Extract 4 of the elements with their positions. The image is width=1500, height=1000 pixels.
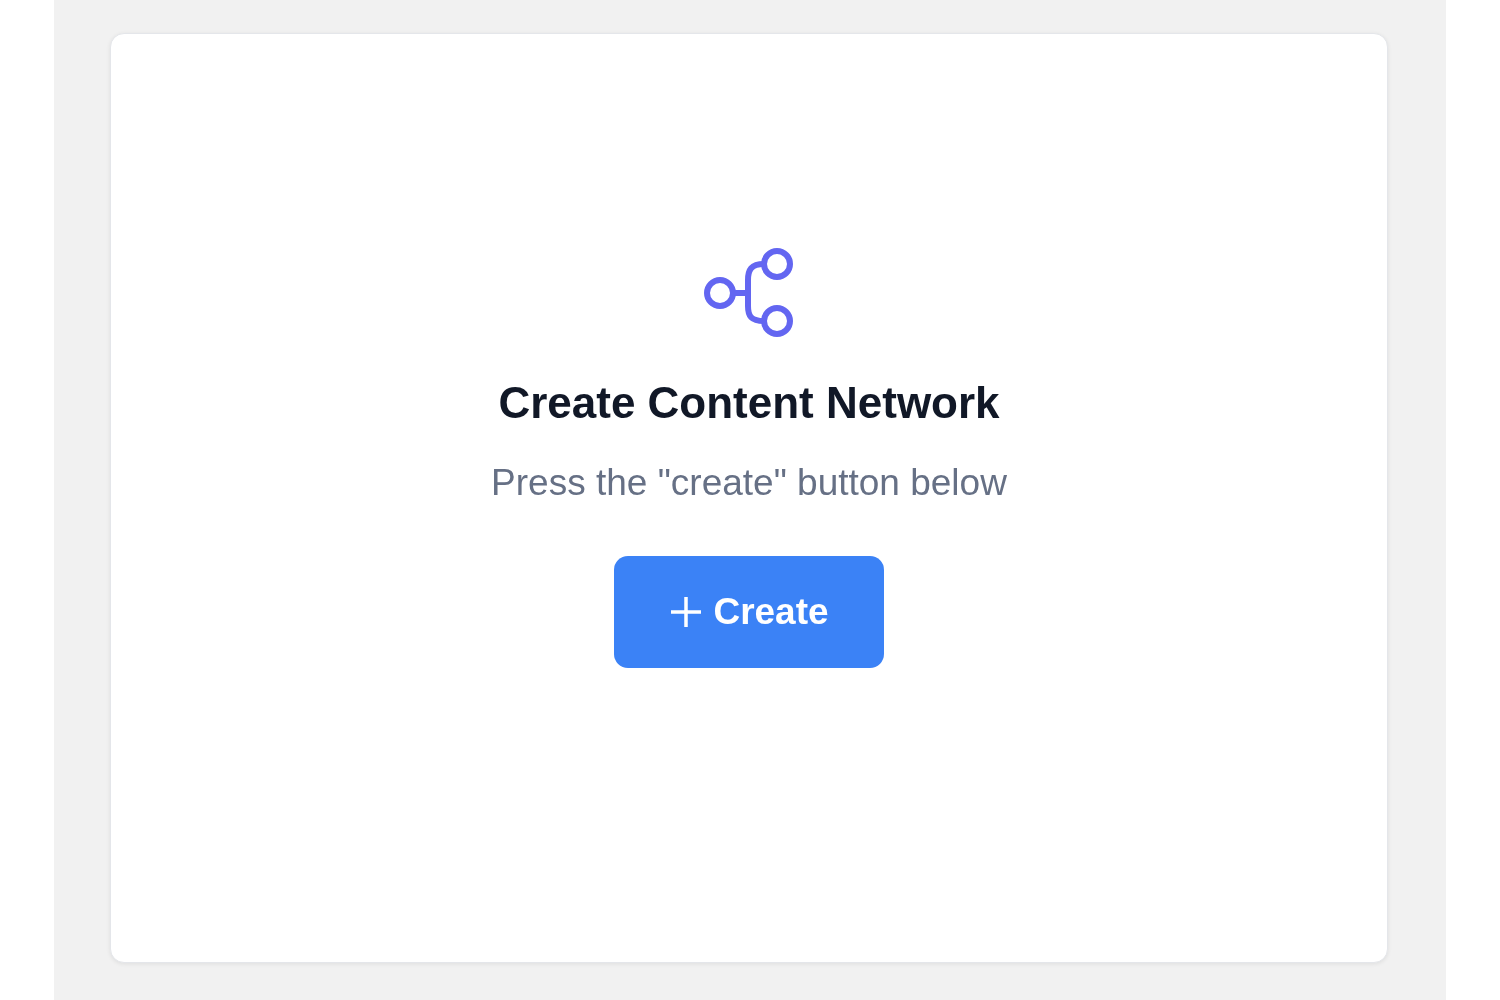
create-button[interactable]: Create [614, 556, 884, 668]
empty-state-title: Create Content Network [498, 378, 1000, 428]
empty-state-description: Press the "create" button below [491, 462, 1007, 504]
plus-icon [669, 595, 704, 629]
